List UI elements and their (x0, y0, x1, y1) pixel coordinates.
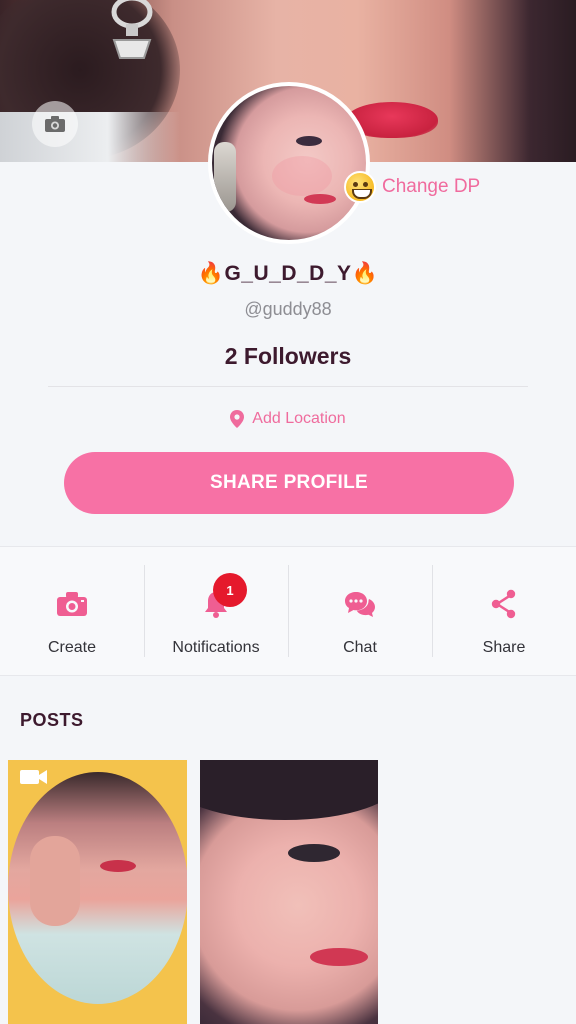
location-pin-icon (230, 410, 245, 428)
notification-badge: 1 (213, 573, 247, 607)
divider (48, 386, 528, 387)
profile-avatar[interactable] (208, 82, 370, 244)
share-icon (491, 589, 516, 619)
change-dp-label: Change DP (382, 176, 481, 197)
camera-icon (45, 116, 65, 132)
chat-icon (345, 592, 375, 617)
posts-heading: POSTS (20, 710, 84, 730)
post-thumbnail[interactable] (8, 760, 187, 1024)
create-label: Create (47, 639, 97, 656)
chat-button[interactable]: Chat (288, 547, 432, 675)
earring-image (111, 0, 153, 59)
camera-icon (57, 592, 87, 616)
followers-count[interactable]: 2 Followers (0, 343, 576, 370)
profile-name: 🔥G_U_D_D_Y🔥 (197, 262, 379, 285)
notifications-button[interactable]: 1 Notifications (144, 547, 288, 675)
add-location-link[interactable]: Add Location (0, 410, 576, 428)
action-bar: Create 1 Notifications Chat Share (0, 546, 576, 676)
chat-label: Chat (343, 639, 377, 656)
profile-handle: @guddy88 (244, 299, 332, 319)
create-button[interactable]: Create (0, 547, 144, 675)
change-cover-button[interactable] (32, 101, 78, 147)
grin-emoji-icon (344, 171, 376, 203)
share-label: Share (482, 639, 526, 656)
video-camera-icon (20, 770, 47, 784)
profile-page: Change DP 🔥G_U_D_D_Y🔥 @guddy88 2 Followe… (0, 0, 576, 1024)
notifications-label: Notifications (172, 639, 260, 656)
change-dp-button[interactable]: Change DP (344, 170, 480, 204)
add-location-label: Add Location (252, 410, 346, 427)
share-button[interactable]: Share (432, 547, 576, 675)
post-thumbnail[interactable] (200, 760, 378, 1024)
share-profile-button[interactable]: SHARE PROFILE (64, 452, 514, 514)
